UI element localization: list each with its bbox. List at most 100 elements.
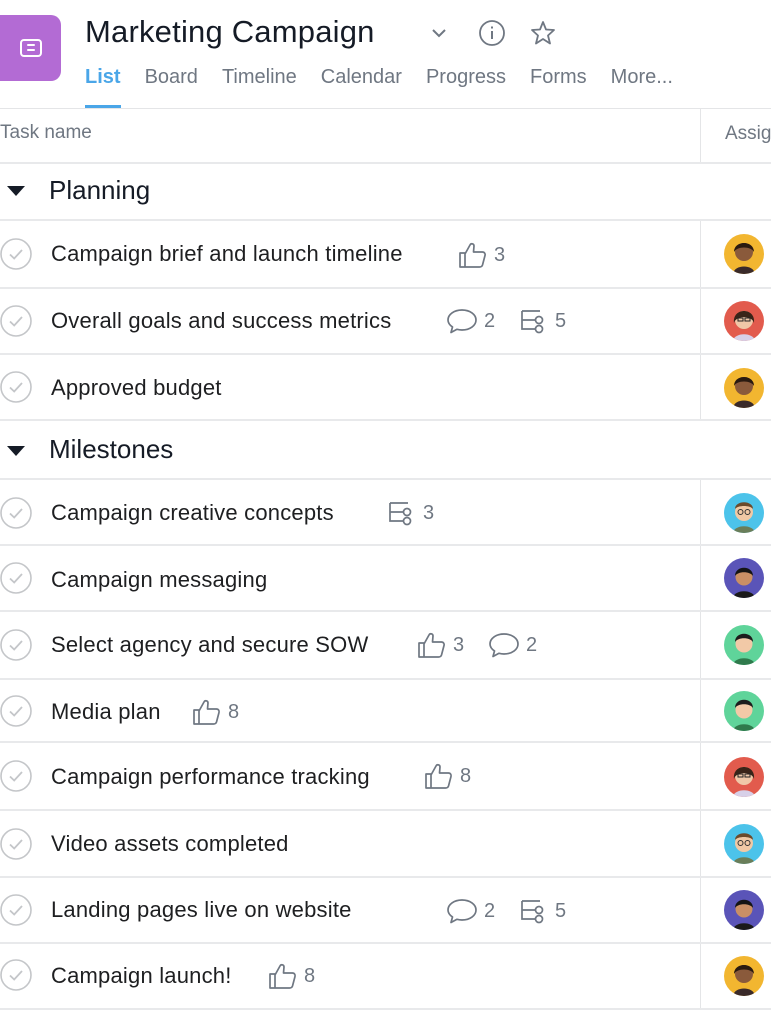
task-name[interactable]: Campaign performance tracking <box>51 764 370 790</box>
subtasks-count[interactable]: 5 <box>519 897 566 925</box>
avatar[interactable] <box>724 956 764 996</box>
subtask-icon <box>519 897 549 925</box>
task-row[interactable]: Select agency and secure SOW 3 2 <box>0 612 771 680</box>
tab-more[interactable]: More... <box>611 66 673 108</box>
section-milestones[interactable]: Milestones <box>0 421 771 480</box>
comments-number: 2 <box>526 633 538 656</box>
complete-checkmark-icon[interactable] <box>0 828 32 860</box>
complete-checkmark-icon[interactable] <box>0 629 32 661</box>
avatar[interactable] <box>724 824 764 864</box>
task-name[interactable]: Video assets completed <box>51 831 289 857</box>
subtasks-count[interactable]: 5 <box>519 307 566 335</box>
task-name[interactable]: Approved budget <box>51 375 222 401</box>
chevron-down-icon[interactable] <box>424 18 454 48</box>
section-label: Planning <box>49 175 151 205</box>
tab-progress[interactable]: Progress <box>426 66 506 108</box>
column-divider <box>700 612 701 678</box>
section-planning[interactable]: Planning <box>0 162 771 221</box>
comments-number: 2 <box>484 309 496 332</box>
task-row[interactable]: Approved budget <box>0 355 771 421</box>
avatar[interactable] <box>724 890 764 930</box>
task-row[interactable]: Landing pages live on website 2 5 <box>0 878 771 944</box>
column-divider <box>700 109 701 162</box>
comments-number: 2 <box>484 899 496 922</box>
task-name[interactable]: Landing pages live on website <box>51 897 352 923</box>
column-divider <box>700 811 701 876</box>
likes-count[interactable]: 3 <box>458 241 505 269</box>
task-name[interactable]: Campaign launch! <box>51 963 232 989</box>
star-icon[interactable] <box>528 18 558 48</box>
comment-bubble-icon <box>446 307 478 335</box>
task-name[interactable]: Campaign brief and launch timeline <box>51 241 403 267</box>
tab-timeline[interactable]: Timeline <box>222 66 297 108</box>
complete-checkmark-icon[interactable] <box>0 371 32 403</box>
complete-checkmark-icon[interactable] <box>0 305 32 337</box>
task-row[interactable]: Campaign launch! 8 <box>0 944 771 1010</box>
collapse-triangle-icon[interactable] <box>7 186 25 196</box>
task-row[interactable]: Campaign brief and launch timeline 3 <box>0 221 771 289</box>
subtasks-number: 3 <box>423 501 435 524</box>
likes-count[interactable]: 8 <box>268 962 315 990</box>
comments-count[interactable]: 2 <box>488 631 537 659</box>
complete-checkmark-icon[interactable] <box>0 894 32 926</box>
collapse-triangle-icon[interactable] <box>7 446 25 456</box>
tab-board[interactable]: Board <box>145 66 198 108</box>
task-name[interactable]: Select agency and secure SOW <box>51 632 368 658</box>
complete-checkmark-icon[interactable] <box>0 959 32 991</box>
avatar[interactable] <box>724 691 764 731</box>
column-header-row: Task name Assig <box>0 109 771 164</box>
list-icon <box>19 39 42 57</box>
comment-bubble-icon <box>488 631 520 659</box>
complete-checkmark-icon[interactable] <box>0 562 32 594</box>
task-row[interactable]: Campaign performance tracking 8 <box>0 743 771 811</box>
task-row[interactable]: Campaign creative concepts 3 <box>0 480 771 546</box>
subtasks-number: 5 <box>555 899 567 922</box>
column-header-task-name[interactable]: Task name <box>0 122 92 144</box>
thumbs-up-icon <box>417 631 447 659</box>
likes-count[interactable]: 8 <box>192 698 239 726</box>
avatar[interactable] <box>724 625 764 665</box>
subtask-icon <box>387 499 417 527</box>
avatar[interactable] <box>724 301 764 341</box>
task-row[interactable]: Overall goals and success metrics 2 5 <box>0 289 771 355</box>
thumbs-up-icon <box>458 241 488 269</box>
task-name[interactable]: Campaign messaging <box>51 567 267 593</box>
task-row[interactable]: Video assets completed <box>0 811 771 878</box>
task-row[interactable]: Campaign messaging <box>0 546 771 612</box>
complete-checkmark-icon[interactable] <box>0 695 32 727</box>
likes-number: 8 <box>460 764 472 787</box>
task-row[interactable]: Media plan 8 <box>0 680 771 743</box>
task-name[interactable]: Overall goals and success metrics <box>51 308 391 334</box>
column-divider <box>700 944 701 1008</box>
avatar[interactable] <box>724 368 764 408</box>
avatar[interactable] <box>724 493 764 533</box>
column-divider <box>700 289 701 353</box>
tab-calendar[interactable]: Calendar <box>321 66 402 108</box>
info-icon[interactable] <box>477 18 507 48</box>
comments-count[interactable]: 2 <box>446 897 495 925</box>
avatar[interactable] <box>724 558 764 598</box>
complete-checkmark-icon[interactable] <box>0 760 32 792</box>
comments-count[interactable]: 2 <box>446 307 495 335</box>
likes-count[interactable]: 3 <box>417 631 464 659</box>
task-name[interactable]: Media plan <box>51 699 161 725</box>
likes-number: 8 <box>304 964 316 987</box>
subtasks-count[interactable]: 3 <box>387 499 434 527</box>
complete-checkmark-icon[interactable] <box>0 238 32 270</box>
column-header-assignee[interactable]: Assig <box>725 123 771 145</box>
comment-bubble-icon <box>446 897 478 925</box>
likes-number: 3 <box>453 633 465 656</box>
avatar[interactable] <box>724 234 764 274</box>
project-header: Marketing Campaign List Board Timeline C… <box>0 0 771 108</box>
likes-count[interactable]: 8 <box>424 762 471 790</box>
likes-number: 3 <box>494 243 506 266</box>
avatar[interactable] <box>724 757 764 797</box>
tab-list[interactable]: List <box>85 66 121 108</box>
task-name[interactable]: Campaign creative concepts <box>51 500 334 526</box>
project-icon[interactable] <box>0 15 61 81</box>
complete-checkmark-icon[interactable] <box>0 497 32 529</box>
column-divider <box>700 680 701 741</box>
project-title: Marketing Campaign <box>85 14 375 49</box>
project-tabs: List Board Timeline Calendar Progress Fo… <box>85 66 673 108</box>
tab-forms[interactable]: Forms <box>530 66 587 108</box>
